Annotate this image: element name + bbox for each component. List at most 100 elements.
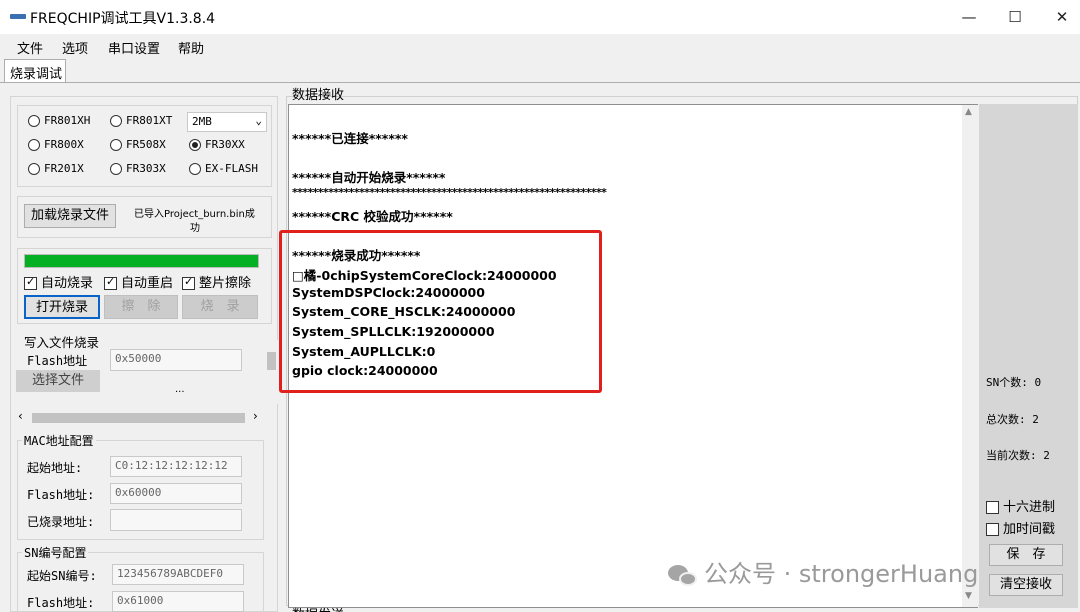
app-icon (10, 14, 26, 19)
clear-receive-button[interactable]: 清空接收 (989, 574, 1063, 596)
mac-burned-field[interactable] (110, 509, 242, 531)
tab-burn-debug[interactable]: 烧录调试 (4, 59, 66, 82)
chip-erase-checkbox[interactable]: 整片擦除 (182, 272, 251, 291)
sn-start-label: 起始SN编号: (27, 569, 97, 583)
current-count-label: 当前次数: 2 (986, 449, 1050, 462)
open-burn-button[interactable]: 打开烧录 (24, 295, 100, 319)
radio-icon (110, 139, 122, 151)
auto-restart-checkbox[interactable]: 自动重启 (104, 272, 173, 291)
flash-size-select[interactable]: 2MB ⌄ (187, 112, 267, 132)
auto-restart-label: 自动重启 (121, 276, 174, 291)
window-title: FREQCHIP调试工具V1.3.8.4 (30, 11, 216, 27)
watermark: 公众号 · strongerHuang (668, 554, 978, 589)
checkbox-checked-icon (24, 275, 37, 290)
chip-option-fr801xt[interactable]: FR801XT (110, 114, 172, 127)
hex-label: 十六进制 (1003, 500, 1056, 515)
radio-icon (110, 115, 122, 127)
hex-checkbox[interactable]: 十六进制 (986, 496, 1055, 515)
mac-flash-label: Flash地址: (27, 488, 95, 502)
scroll-down-icon[interactable]: ▼ (965, 591, 972, 601)
scroll-left-icon[interactable]: ‹ (18, 409, 23, 423)
receive-scrollbar[interactable]: ▲ ▼ (962, 105, 978, 607)
vertical-scrollbar[interactable] (265, 340, 278, 404)
auto-burn-checkbox[interactable]: 自动烧录 (24, 272, 93, 291)
chip-label: FR801XT (126, 114, 173, 127)
receive-title: 数据接收 (292, 88, 345, 103)
menu-help[interactable]: 帮助 (178, 38, 204, 57)
radio-icon (189, 163, 201, 175)
chip-label: FR508X (126, 138, 166, 151)
scrollbar-thumb[interactable] (267, 352, 276, 370)
chip-label: EX-FLASH (205, 162, 258, 175)
sn-start-field[interactable]: 123456789ABCDEF0 (112, 564, 244, 585)
scrollbar-thumb[interactable] (32, 413, 245, 423)
chip-option-fr508x[interactable]: FR508X (110, 138, 166, 151)
scroll-right-icon[interactable]: › (253, 409, 258, 423)
load-burn-file-button[interactable]: 加载烧录文件 (24, 204, 116, 228)
chip-option-ex-flash[interactable]: EX-FLASH (189, 162, 258, 175)
mac-flash-field[interactable]: 0x60000 (110, 483, 242, 504)
chip-label: FR801XH (44, 114, 91, 127)
save-button[interactable]: 保 存 (989, 544, 1063, 566)
menu-file[interactable]: 文件 (17, 38, 43, 57)
close-button[interactable]: ✕ (1047, 6, 1077, 28)
sn-flash-field[interactable]: 0x61000 (112, 591, 244, 612)
radio-icon (110, 163, 122, 175)
progress-fill (25, 255, 258, 267)
sn-flash-label: Flash地址: (27, 596, 95, 610)
chevron-down-icon: ⌄ (255, 114, 262, 127)
receive-line: ******自动开始烧录****** (292, 170, 446, 185)
chip-option-fr303x[interactable]: FR303X (110, 162, 166, 175)
chip-erase-label: 整片擦除 (199, 276, 252, 291)
auto-burn-label: 自动烧录 (41, 276, 94, 291)
sn-count-label: SN个数: 0 (986, 376, 1042, 389)
write-flash-label: Flash地址 (27, 354, 88, 368)
menu-options[interactable]: 选项 (62, 38, 88, 57)
checkbox-icon (986, 523, 999, 536)
burn-button[interactable]: 烧 录 (182, 295, 258, 319)
timestamp-label: 加时间戳 (1003, 522, 1056, 537)
horizontal-scrollbar[interactable]: ‹ › (16, 409, 264, 426)
mac-config-title: MAC地址配置 (22, 432, 96, 449)
chip-option-fr201x[interactable]: FR201X (28, 162, 84, 175)
radio-icon (28, 115, 40, 127)
chip-label: FR303X (126, 162, 166, 175)
sn-config-title: SN编号配置 (22, 544, 89, 561)
receive-line: ******CRC 校验成功****** (292, 209, 453, 224)
checkbox-checked-icon (104, 275, 117, 290)
send-title: 数据发送 (292, 604, 344, 612)
watermark-text: 公众号 · strongerHuang (704, 560, 979, 588)
mac-burned-label: 已烧录地址: (27, 515, 95, 529)
scroll-up-icon[interactable]: ▲ (965, 107, 972, 117)
tab-divider (0, 82, 1080, 83)
load-status-line1: 已导入Project_burn.bin成 (134, 209, 255, 220)
chip-option-fr801xh[interactable]: FR801XH (28, 114, 90, 127)
load-status-line2: 功 (190, 223, 200, 234)
erase-button[interactable]: 擦 除 (104, 295, 178, 319)
chip-label: FR201X (44, 162, 84, 175)
write-flash-field[interactable]: 0x50000 (110, 349, 242, 371)
select-file-button[interactable]: 选择文件 (16, 370, 100, 392)
radio-icon (28, 163, 40, 175)
chip-label: FR30XX (205, 138, 245, 151)
chip-option-fr800x[interactable]: FR800X (28, 138, 84, 151)
checkbox-icon (986, 501, 999, 514)
total-count-label: 总次数: 2 (986, 413, 1039, 426)
highlight-box (279, 230, 602, 393)
wechat-icon (668, 563, 698, 587)
mac-start-field[interactable]: C0:12:12:12:12:12 (110, 456, 242, 477)
radio-selected-icon (189, 139, 201, 151)
chip-label: FR800X (44, 138, 84, 151)
receive-line: ****************************************… (292, 186, 607, 199)
maximize-button[interactable]: ☐ (1000, 6, 1030, 28)
browse-ellipsis[interactable]: ... (175, 384, 185, 395)
timestamp-checkbox[interactable]: 加时间戳 (986, 518, 1055, 537)
chip-option-fr30xx[interactable]: FR30XX (189, 138, 245, 151)
menu-serial-settings[interactable]: 串口设置 (108, 38, 160, 57)
radio-icon (28, 139, 40, 151)
checkbox-checked-icon (182, 275, 195, 290)
write-file-title: 写入文件烧录 (24, 335, 100, 350)
flash-size-value: 2MB (192, 115, 212, 128)
receive-line: ******已连接****** (292, 131, 408, 146)
minimize-button[interactable]: — (954, 6, 984, 28)
